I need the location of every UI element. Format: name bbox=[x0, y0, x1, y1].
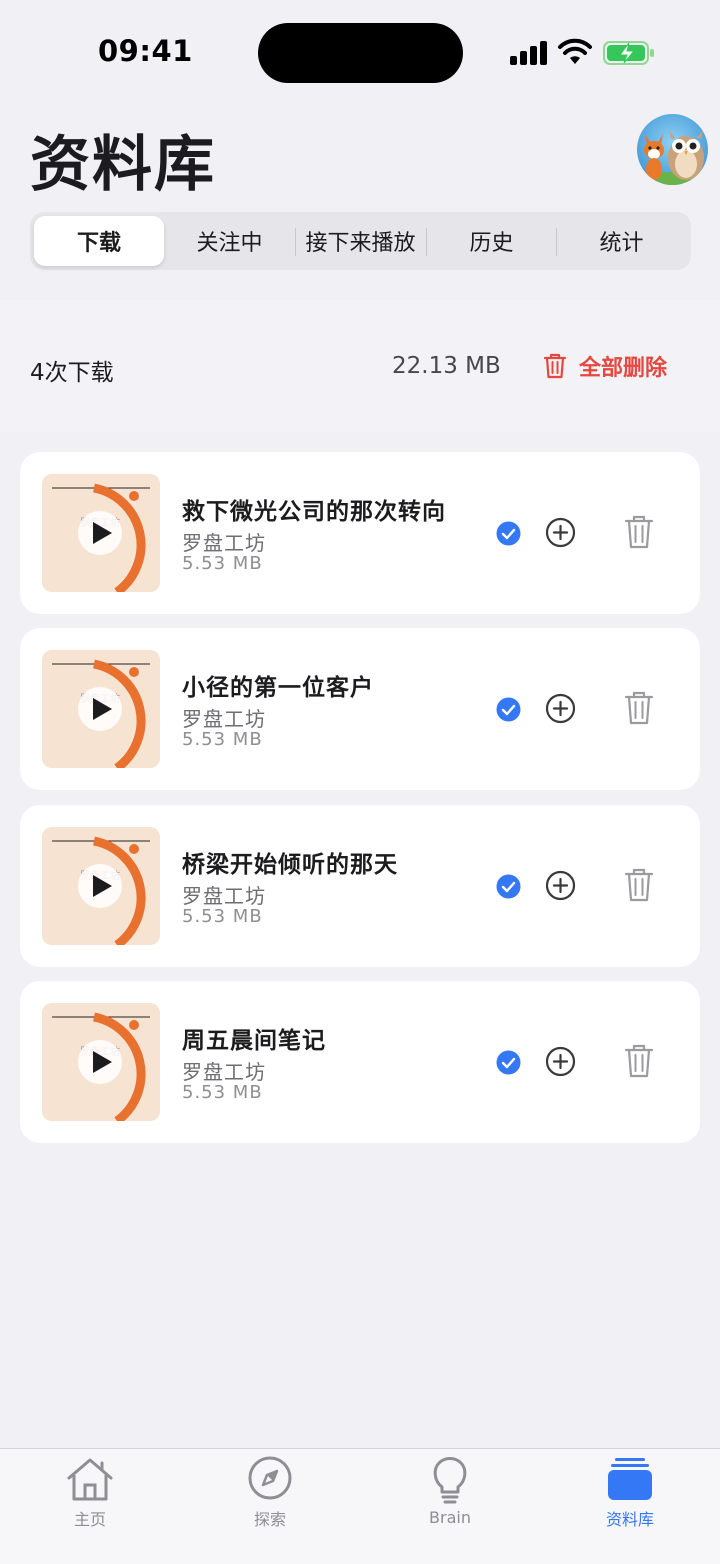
page-title: 资料库 bbox=[30, 130, 216, 200]
tab-stats[interactable]: 统计 bbox=[556, 216, 687, 266]
downloaded-check-icon bbox=[496, 874, 521, 899]
tab-up-next[interactable]: 接下来播放 bbox=[295, 216, 426, 266]
episode-author: 罗盘工坊 bbox=[182, 531, 266, 555]
library-segmented-control: 下载 关注中 接下来播放 历史 统计 bbox=[30, 212, 691, 270]
tabbar-item-brain[interactable]: Brain bbox=[390, 1449, 510, 1549]
episode-artwork: 罗盘工坊 bbox=[42, 650, 160, 768]
episode-thumbnail[interactable]: 罗盘工坊 bbox=[42, 1003, 160, 1121]
download-card[interactable]: 罗盘工坊 桥梁开始倾听的那天 罗盘工坊 5.53 MB bbox=[20, 805, 700, 967]
tab-following[interactable]: 关注中 bbox=[164, 216, 295, 266]
add-to-queue-icon[interactable] bbox=[545, 517, 576, 548]
episode-artwork: 罗盘工坊 bbox=[42, 1003, 160, 1121]
download-count: 4次下载 bbox=[30, 360, 114, 386]
tabbar-item-home[interactable]: 主页 bbox=[30, 1449, 150, 1549]
episode-artwork: 罗盘工坊 bbox=[42, 474, 160, 592]
tabbar-label-library: 资料库 bbox=[605, 1510, 654, 1529]
download-card[interactable]: 罗盘工坊 周五晨间笔记 罗盘工坊 5.53 MB bbox=[20, 981, 700, 1143]
dynamic-island bbox=[258, 23, 463, 83]
episode-author: 罗盘工坊 bbox=[182, 707, 266, 731]
download-card[interactable]: 罗盘工坊 小径的第一位客户 罗盘工坊 5.53 MB bbox=[20, 628, 700, 790]
house-icon bbox=[67, 1458, 113, 1501]
tab-history[interactable]: 历史 bbox=[426, 216, 557, 266]
compass-icon bbox=[248, 1456, 292, 1500]
episode-artwork: 罗盘工坊 bbox=[42, 827, 160, 945]
tabbar-label-explore: 探索 bbox=[253, 1510, 286, 1529]
downloaded-check-icon bbox=[496, 521, 521, 546]
add-to-queue-icon[interactable] bbox=[545, 693, 576, 724]
tabbar-label-brain: Brain bbox=[429, 1508, 471, 1527]
episode-size: 5.53 MB bbox=[182, 553, 263, 574]
episode-author: 罗盘工坊 bbox=[182, 884, 266, 908]
add-to-queue-icon[interactable] bbox=[545, 1046, 576, 1077]
delete-episode-icon[interactable] bbox=[624, 514, 654, 550]
episode-title: 桥梁开始倾听的那天 bbox=[182, 852, 398, 878]
downloaded-check-icon bbox=[496, 697, 521, 722]
episode-size: 5.53 MB bbox=[182, 729, 263, 750]
episode-size: 5.53 MB bbox=[182, 1082, 263, 1103]
tab-downloads[interactable]: 下载 bbox=[34, 216, 164, 266]
downloaded-check-icon bbox=[496, 1050, 521, 1075]
status-time: 09:41 bbox=[98, 34, 193, 68]
episode-size: 5.53 MB bbox=[182, 906, 263, 927]
tabbar-item-explore[interactable]: 探索 bbox=[210, 1449, 330, 1549]
add-to-queue-icon[interactable] bbox=[545, 870, 576, 901]
episode-author: 罗盘工坊 bbox=[182, 1060, 266, 1084]
delete-all-label: 全部删除 bbox=[579, 356, 668, 381]
delete-episode-icon[interactable] bbox=[624, 690, 654, 726]
cellular-signal-icon bbox=[510, 41, 548, 65]
status-bar: 09:41 bbox=[0, 0, 720, 100]
total-size: 22.13 MB bbox=[392, 353, 501, 379]
episode-title: 救下微光公司的那次转向 bbox=[182, 499, 446, 525]
tabbar-label-home: 主页 bbox=[73, 1510, 106, 1529]
episode-thumbnail[interactable]: 罗盘工坊 bbox=[42, 827, 160, 945]
episode-thumbnail[interactable]: 罗盘工坊 bbox=[42, 650, 160, 768]
avatar-illustration bbox=[638, 130, 706, 185]
episode-thumbnail[interactable]: 罗盘工坊 bbox=[42, 474, 160, 592]
downloads-summary: 4次下载 22.13 MB 全部删除 bbox=[0, 300, 720, 432]
avatar[interactable] bbox=[637, 114, 708, 185]
episode-title: 周五晨间笔记 bbox=[182, 1028, 326, 1054]
battery-charging-icon bbox=[603, 41, 654, 65]
tab-bar: 主页 探索 Brain 资料库 bbox=[0, 1448, 720, 1564]
episode-title: 小径的第一位客户 bbox=[182, 675, 374, 701]
delete-all-button[interactable]: 全部删除 bbox=[543, 348, 667, 384]
library-icon bbox=[608, 1458, 652, 1500]
download-card[interactable]: 罗盘工坊 救下微光公司的那次转向 罗盘工坊 5.53 MB bbox=[20, 452, 700, 614]
trash-icon bbox=[543, 353, 567, 379]
wifi-icon bbox=[558, 38, 592, 64]
lightbulb-icon bbox=[433, 1457, 467, 1504]
delete-episode-icon[interactable] bbox=[624, 1043, 654, 1079]
delete-episode-icon[interactable] bbox=[624, 867, 654, 903]
tabbar-item-library[interactable]: 资料库 bbox=[570, 1449, 690, 1549]
